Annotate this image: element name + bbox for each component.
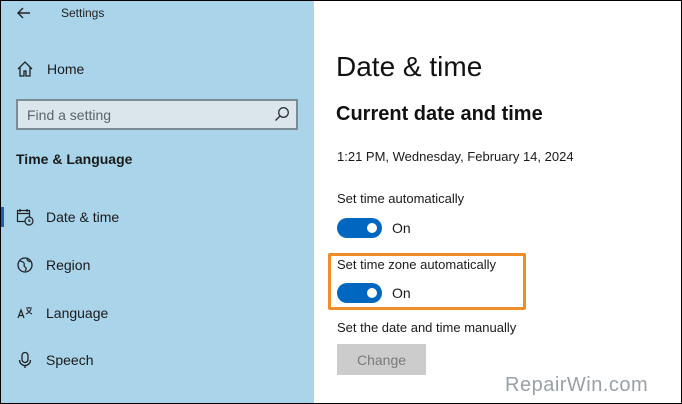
manual-date-time-label: Set the date and time manually	[337, 320, 517, 335]
sidebar-item-region[interactable]: Region	[0, 247, 314, 281]
current-datetime: 1:21 PM, Wednesday, February 14, 2024	[337, 149, 574, 164]
section-title: Time & Language	[16, 151, 133, 167]
set-timezone-auto-state: On	[392, 285, 411, 301]
change-button[interactable]: Change	[337, 344, 426, 375]
calendar-clock-icon	[16, 209, 34, 226]
sidebar: Settings Home Time & Language Date & tim…	[0, 0, 314, 404]
selected-indicator	[0, 207, 4, 227]
sidebar-item-language[interactable]: Language	[0, 295, 314, 329]
microphone-icon	[18, 351, 32, 368]
set-timezone-auto-toggle[interactable]	[337, 283, 382, 303]
sidebar-item-home[interactable]: Home	[0, 54, 314, 84]
sidebar-item-date-time[interactable]: Date & time	[0, 199, 314, 233]
set-time-auto-label: Set time automatically	[337, 191, 465, 206]
sidebar-item-speech[interactable]: Speech	[0, 342, 314, 376]
sidebar-item-label: Region	[46, 257, 91, 273]
page-title: Date & time	[336, 51, 483, 82]
set-timezone-auto-label: Set time zone automatically	[337, 257, 496, 272]
sidebar-item-label: Date & time	[46, 209, 120, 225]
globe-icon	[17, 257, 33, 273]
sidebar-item-label: Home	[47, 61, 85, 77]
watermark: RepairWin.com	[505, 374, 649, 396]
language-icon	[17, 307, 33, 319]
home-icon	[17, 61, 33, 77]
search-input[interactable]	[18, 106, 258, 123]
toggle-knob	[367, 223, 377, 233]
set-time-auto-toggle[interactable]	[337, 218, 382, 238]
back-button[interactable]	[12, 2, 36, 24]
sidebar-item-label: Language	[46, 305, 109, 321]
toggle-knob	[367, 288, 377, 298]
back-arrow-icon	[17, 7, 30, 19]
set-time-auto-state: On	[392, 220, 411, 236]
title-bar: Settings	[0, 0, 314, 28]
search-icon[interactable]	[274, 106, 290, 122]
main-content: Date & time Current date and time 1:21 P…	[314, 0, 682, 404]
app-title: Settings	[61, 6, 105, 20]
sidebar-item-label: Speech	[46, 352, 94, 368]
search-box[interactable]	[16, 99, 298, 130]
section-heading: Current date and time	[336, 103, 543, 125]
